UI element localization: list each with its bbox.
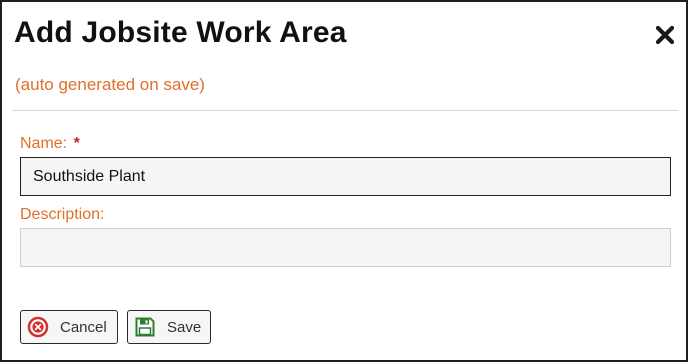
description-label: Description: (20, 206, 105, 223)
save-button-label: Save (167, 318, 202, 336)
close-icon[interactable] (654, 24, 676, 46)
dialog-subtitle: (auto generated on save) (15, 75, 205, 94)
name-label: Name: * (20, 135, 80, 153)
cancel-circle-icon (27, 316, 49, 338)
header-divider (12, 110, 678, 111)
required-marker: * (73, 135, 80, 152)
description-input[interactable] (20, 228, 671, 267)
save-button[interactable]: Save (127, 310, 211, 344)
floppy-disk-icon (135, 317, 155, 337)
name-label-text: Name: (20, 135, 68, 152)
cancel-button-label: Cancel (60, 318, 107, 336)
cancel-button[interactable]: Cancel (20, 310, 118, 344)
name-input[interactable] (20, 157, 671, 196)
add-work-area-dialog: Add Jobsite Work Area (auto generated on… (0, 0, 688, 362)
dialog-title: Add Jobsite Work Area (14, 16, 347, 49)
